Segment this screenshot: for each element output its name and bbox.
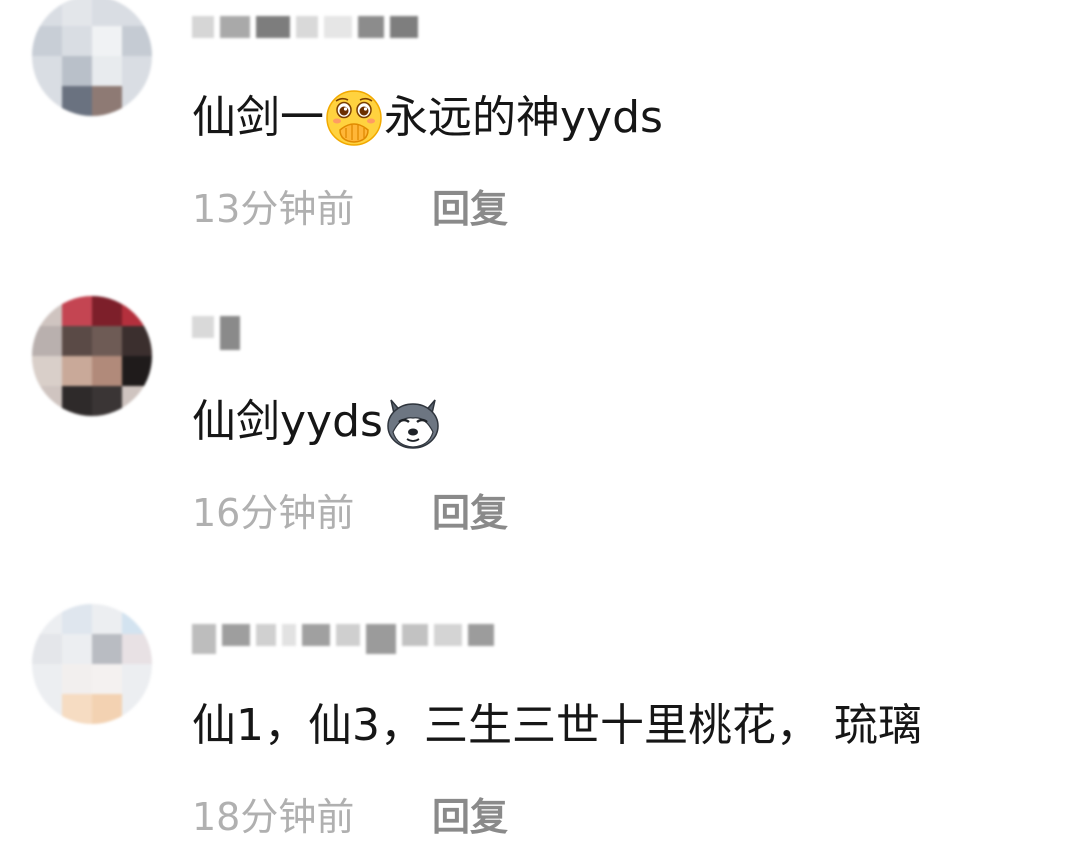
comment-meta: 16分钟前 回复 — [192, 488, 508, 538]
avatar[interactable] — [32, 296, 152, 416]
comment-text-part: 永远的神yyds — [384, 92, 663, 143]
reply-button[interactable]: 回复 — [432, 792, 508, 842]
comment-text-part: 仙剑一 — [192, 92, 324, 143]
avatar[interactable] — [32, 604, 152, 724]
username-blurred[interactable] — [192, 16, 418, 46]
comment-text: 仙剑yyds — [192, 392, 443, 452]
username-blurred[interactable] — [192, 316, 240, 350]
timestamp: 18分钟前 — [192, 795, 355, 839]
comment-text: 仙剑一 永远的神yyds — [192, 88, 663, 148]
comment-text-part: 仙1，仙3，三生三世十里桃花， 琉璃 — [192, 700, 922, 751]
avatar[interactable] — [32, 0, 152, 116]
username-blurred[interactable] — [192, 624, 494, 654]
reply-button[interactable]: 回复 — [432, 488, 508, 538]
comment-text-part: 仙剑yyds — [192, 396, 383, 447]
husky-dog-emoji-icon — [387, 399, 439, 449]
reply-button[interactable]: 回复 — [432, 184, 508, 234]
comment-text: 仙1，仙3，三生三世十里桃花， 琉璃 — [192, 696, 922, 756]
timestamp: 16分钟前 — [192, 491, 355, 535]
comment-meta: 18分钟前 回复 — [192, 792, 508, 842]
timestamp: 13分钟前 — [192, 187, 355, 231]
comment-meta: 13分钟前 回复 — [192, 184, 508, 234]
covering-mouth-shy-face-emoji-icon — [326, 90, 382, 146]
